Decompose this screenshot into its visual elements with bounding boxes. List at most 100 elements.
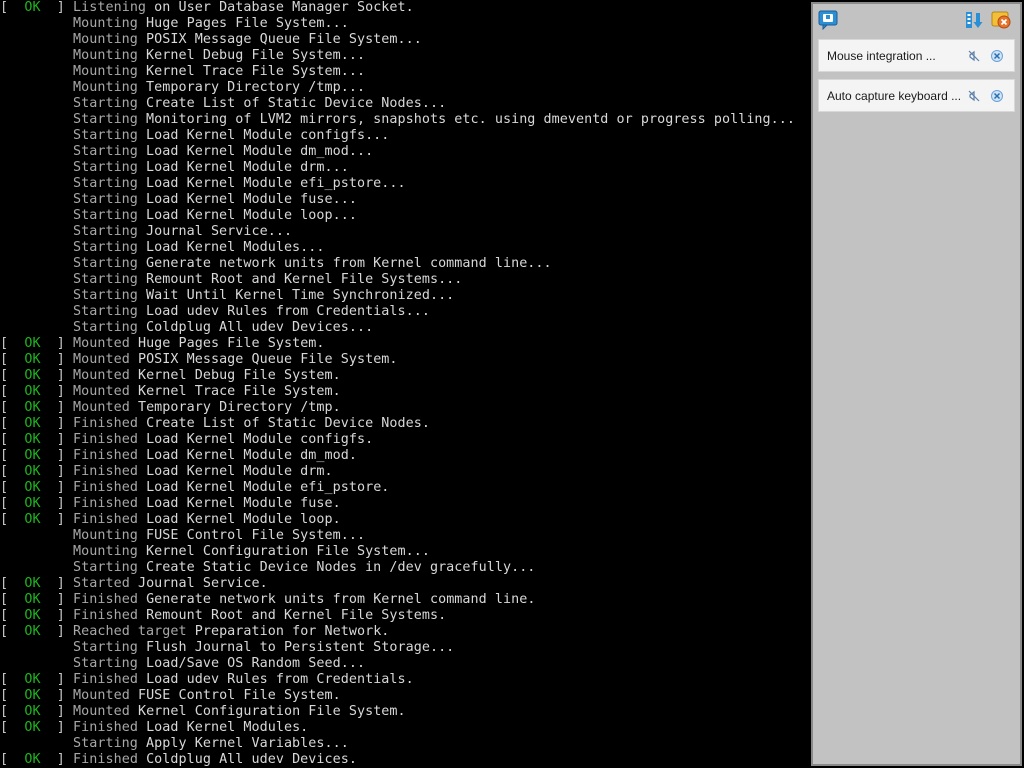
console-line: [ OK ] Finished Load Kernel Module efi_p… (0, 480, 810, 496)
ok-status-badge: OK (24, 720, 41, 735)
console-message: Load Kernel Module loop... (146, 208, 357, 223)
console-line: [ OK ] Started Journal Service. (0, 576, 810, 592)
console-line: Starting Load Kernel Module efi_pstore..… (0, 176, 810, 192)
console-message: on User Database Manager Socket. (154, 0, 414, 15)
console-verb: Mounted (73, 400, 130, 415)
status-prefix (0, 192, 73, 207)
sort-icon[interactable] (964, 10, 984, 30)
console-message: Wait Until Kernel Time Synchronized... (146, 288, 455, 303)
status-prefix (0, 272, 73, 287)
status-prefix (0, 544, 73, 559)
ok-status-badge: OK (24, 352, 41, 367)
console-verb: Finished (73, 752, 138, 767)
console-verb: Starting (73, 96, 138, 111)
ok-status-badge: OK (24, 576, 41, 591)
console-message: Kernel Debug File System... (146, 48, 366, 63)
console-verb: Starting (73, 256, 138, 271)
console-message: Remount Root and Kernel File Systems. (146, 608, 447, 623)
console-line: Starting Load udev Rules from Credential… (0, 304, 810, 320)
console-verb: Finished (73, 592, 138, 607)
console-message: Load Kernel Module configfs... (146, 128, 390, 143)
status-prefix: [ OK ] (0, 368, 74, 383)
console-line: [ OK ] Finished Load Kernel Module confi… (0, 432, 810, 448)
notification-text: Auto capture keyboard ... (827, 89, 962, 103)
console-message: Load Kernel Module loop. (146, 512, 341, 527)
status-prefix (0, 240, 73, 255)
console-line: [ OK ] Finished Load Kernel Module fuse. (0, 496, 810, 512)
status-prefix (0, 80, 73, 95)
status-prefix (0, 656, 73, 671)
console-message: FUSE Control File System. (137, 688, 341, 703)
console-message: Huge Pages File System... (146, 16, 349, 31)
console-line: Starting Load Kernel Module loop... (0, 208, 810, 224)
status-prefix (0, 48, 73, 63)
console-message: Coldplug All udev Devices... (146, 320, 374, 335)
console-line: [ OK ] Finished Remount Root and Kernel … (0, 608, 810, 624)
console-verb: Starting (73, 656, 138, 671)
console-message: Generate network units from Kernel comma… (146, 256, 552, 271)
console-line: [ OK ] Mounted POSIX Message Queue File … (0, 352, 810, 368)
console-message: Remount Root and Kernel File Systems... (146, 272, 463, 287)
close-icon[interactable] (990, 89, 1004, 103)
ok-status-badge: OK (24, 0, 41, 15)
console-verb: Finished (73, 448, 138, 463)
status-prefix: [ OK ] (0, 384, 74, 399)
ok-status-badge: OK (24, 400, 41, 415)
ok-status-badge: OK (24, 624, 41, 639)
close-icon[interactable] (990, 49, 1004, 63)
console-message: Load Kernel Modules... (146, 240, 325, 255)
status-prefix (0, 160, 73, 175)
console-verb: Mounting (73, 528, 138, 543)
ok-status-badge: OK (24, 336, 41, 351)
console-verb: Starting (73, 112, 138, 127)
console-message: Apply Kernel Variables... (146, 736, 349, 751)
console-verb: Starting (73, 560, 138, 575)
status-prefix (0, 736, 73, 751)
ok-status-badge: OK (24, 672, 41, 687)
notification-mouse-integration[interactable]: Mouse integration ... (818, 39, 1015, 72)
ok-status-badge: OK (24, 752, 41, 767)
console-line: [ OK ] Listening on User Database Manage… (0, 0, 810, 16)
close-all-icon[interactable] (991, 10, 1011, 30)
status-prefix: [ OK ] (0, 0, 74, 15)
console-message: FUSE Control File System... (146, 528, 366, 543)
ok-status-badge: OK (24, 448, 41, 463)
console-verb: Starting (73, 272, 138, 287)
console-line: [ OK ] Finished Create List of Static De… (0, 416, 810, 432)
mute-icon[interactable] (967, 89, 981, 103)
console-message: Kernel Trace File System. (137, 384, 341, 399)
ok-status-badge: OK (24, 608, 41, 623)
notification-auto-capture-keyboard[interactable]: Auto capture keyboard ... (818, 79, 1015, 112)
status-prefix (0, 528, 73, 543)
status-prefix: [ OK ] (0, 720, 74, 735)
console-line: [ OK ] Finished Generate network units f… (0, 592, 810, 608)
console-message: POSIX Message Queue File System... (146, 32, 422, 47)
notification-bubble-icon[interactable] (818, 10, 838, 30)
console-message: Load Kernel Module drm. (146, 464, 333, 479)
console-message: Kernel Configuration File System. (137, 704, 406, 719)
status-prefix (0, 560, 73, 575)
status-prefix (0, 320, 73, 335)
console-verb: Started (73, 576, 130, 591)
status-prefix: [ OK ] (0, 592, 74, 607)
console-verb: Finished (73, 608, 138, 623)
console-verb: Starting (73, 320, 138, 335)
console-verb: Mounting (73, 80, 138, 95)
console-message: Load Kernel Module efi_pstore. (146, 480, 390, 495)
console-verb: Finished (73, 464, 138, 479)
status-prefix (0, 176, 73, 191)
console-verb: Mounting (73, 16, 138, 31)
ok-status-badge: OK (24, 384, 41, 399)
console-line: Starting Remount Root and Kernel File Sy… (0, 272, 810, 288)
console-line: Mounting Huge Pages File System... (0, 16, 810, 32)
ok-status-badge: OK (24, 480, 41, 495)
console-message: Create List of Static Device Nodes. (146, 416, 430, 431)
console-verb: Mounting (73, 48, 138, 63)
console-message: Huge Pages File System. (137, 336, 325, 351)
mute-icon[interactable] (967, 49, 981, 63)
status-prefix (0, 16, 73, 31)
console-line: Starting Journal Service... (0, 224, 810, 240)
ok-status-badge: OK (24, 416, 41, 431)
console-line: [ OK ] Mounted Kernel Trace File System. (0, 384, 810, 400)
console-message: Kernel Trace File System... (146, 64, 366, 79)
